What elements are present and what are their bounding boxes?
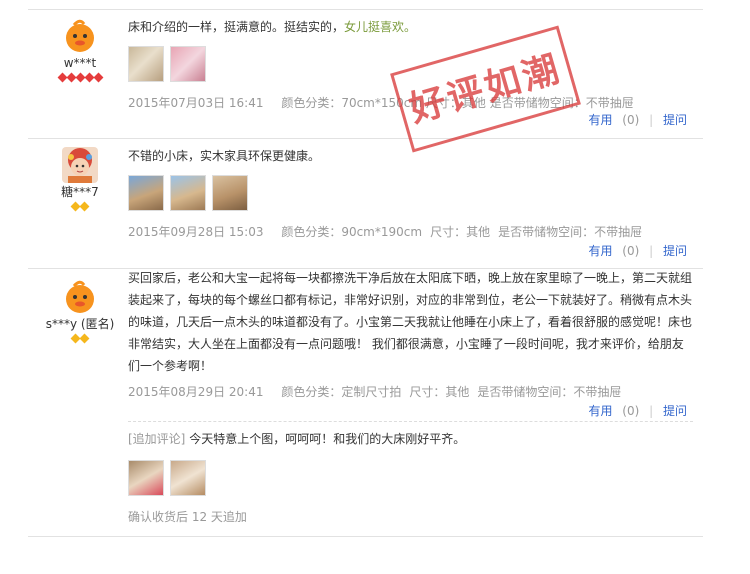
review-meta: 2015年09月28日 15:03 颜色分类：90cm*190cm 尺寸：其他 是否… [128,225,693,239]
review-item: 糖***7 不错的小床，实木家具环保更健康。 2015年09月28日 15:03… [28,139,703,268]
review-content: 买回家后，老公和大宝一起将每一块都擦洗干净后放在太阳底下晒，晚上放在家里晾了一晚… [128,267,693,377]
ask-question-button[interactable]: 提问 [663,404,687,418]
reviewer-info: 糖***7 [28,147,132,212]
baby-photo-icon [62,147,98,183]
review-actions: 有用 (0) | 提问 [588,404,687,418]
useful-button[interactable]: 有用 [588,244,612,258]
review-photo[interactable] [128,46,164,82]
chick-avatar-icon [62,18,98,54]
append-time: 确认收货后 12 天追加 [128,510,247,524]
useful-count: (0) [622,404,640,418]
review-text: 买回家后，老公和大宝一起将每一块都擦洗干净后放在太阳底下晒，晚上放在家里晾了一晚… [128,271,693,373]
username: 糖***7 [61,185,99,199]
reviewer-info: w***t [28,18,132,83]
useful-count: (0) [622,113,640,127]
buyer-rank-badge [28,201,132,212]
buyer-rank-badge [28,72,132,83]
review-body: 不错的小床，实木家具环保更健康。 2015年09月28日 15:03 颜色分类：… [128,145,693,239]
ask-question-button[interactable]: 提问 [663,113,687,127]
review-body: 买回家后，老公和大宝一起将每一块都擦洗干净后放在太阳底下晒，晚上放在家里晾了一晚… [128,267,693,525]
review-date: 2015年09月28日 15:03 [128,225,264,239]
ask-question-button[interactable]: 提问 [663,244,687,258]
sku-color: 颜色分类：90cm*190cm [281,225,423,239]
action-separator: | [649,244,654,258]
appended-review-content: [追加评论] 今天特意上个图，呵呵呵！和我们的大床刚好平齐。 [128,428,693,450]
review-item: w***t 床和介绍的一样，挺满意的。挺结实的，女儿挺喜欢。 2015年07月0… [28,10,703,138]
review-meta: 2015年08月29日 20:41 颜色分类：定制尺寸拍 尺寸：其他 是否带储物空间… [128,385,693,399]
append-tag: [追加评论] [128,432,186,446]
divider [28,536,703,537]
append-text: 今天特意上个图，呵呵呵！和我们的大床刚好平齐。 [189,432,466,446]
appended-review: [追加评论] 今天特意上个图，呵呵呵！和我们的大床刚好平齐。 确认收货后 12 … [128,421,693,525]
username: w***t [63,56,97,70]
useful-button[interactable]: 有用 [588,113,612,127]
review-photo[interactable] [128,175,164,211]
chick-avatar-icon [62,279,98,315]
sku-color: 颜色分类：定制尺寸拍 [281,385,402,399]
review-actions: 有用 (0) | 提问 [588,244,687,258]
appended-review-photos [128,460,693,496]
review-text: 不错的小床，实木家具环保更健康。 [128,149,321,163]
review-text-highlight: 女儿挺喜欢。 [344,20,417,34]
review-date: 2015年07月03日 16:41 [128,96,264,110]
reviewer-info: s***y (匿名) [28,279,132,344]
useful-button[interactable]: 有用 [588,404,612,418]
avatar[interactable] [62,18,98,54]
review-actions: 有用 (0) | 提问 [588,113,687,127]
review-photos [128,175,693,211]
review-item: s***y (匿名) 买回家后，老公和大宝一起将每一块都擦洗干净后放在太阳底下晒… [28,269,703,536]
buyer-rank-badge [28,333,132,344]
review-content: 床和介绍的一样，挺满意的。挺结实的，女儿挺喜欢。 [128,16,693,38]
sku-storage: 是否带储物空间：不带抽屉 [477,385,622,399]
review-photo[interactable] [128,460,164,496]
action-separator: | [649,404,654,418]
review-text: 床和介绍的一样，挺满意的。挺结实的， [128,20,345,34]
avatar[interactable] [62,147,98,183]
review-photo[interactable] [170,460,206,496]
review-photo[interactable] [170,46,206,82]
useful-count: (0) [622,244,640,258]
review-sku: 颜色分类：定制尺寸拍 尺寸：其他 是否带储物空间：不带抽屉 [281,385,629,399]
sku-size: 尺寸：其他 [409,385,470,399]
action-separator: | [649,113,654,127]
review-sku: 颜色分类：90cm*190cm 尺寸：其他 是否带储物空间：不带抽屉 [281,225,650,239]
review-photo[interactable] [170,175,206,211]
review-date: 2015年08月29日 20:41 [128,385,264,399]
review-photo[interactable] [212,175,248,211]
username: s***y (匿名) [45,317,115,331]
avatar[interactable] [62,279,98,315]
sku-size: 尺寸：其他 [430,225,491,239]
sku-storage: 是否带储物空间：不带抽屉 [498,225,643,239]
